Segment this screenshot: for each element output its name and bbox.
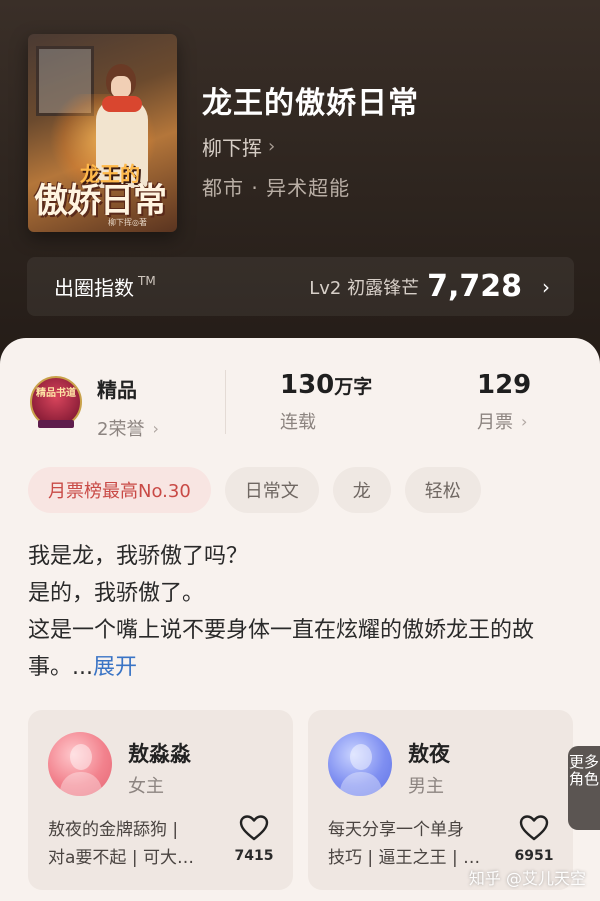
chevron-right-icon: › (268, 136, 276, 157)
character-role: 女主 (128, 776, 164, 797)
avatar-body-silhouette (60, 772, 102, 796)
chevron-right-icon: › (152, 418, 159, 438)
more-roles-button[interactable]: 更多角色 (568, 746, 600, 830)
description-line-3: 这是一个嘴上说不要身体一直在炫耀的傲娇龙王的故事。...展开 (28, 612, 573, 686)
description-line-2: 是的，我骄傲了。 (28, 581, 205, 606)
badge-text: 精品书道 (36, 388, 76, 399)
honors-count: 2荣誉 (97, 419, 145, 440)
character-card[interactable]: 敖夜 男主 每天分享一个单身 技巧 | 逼王之王 | … 6951 (308, 710, 573, 890)
book-description: 我是龙，我骄傲了吗？ 是的，我骄傲了。 这是一个嘴上说不要身体一直在炫耀的傲娇龙… (28, 538, 573, 686)
trademark-mark: TM (138, 273, 156, 288)
character-name: 敖夜 (408, 742, 450, 766)
word-count-unit: 万字 (334, 376, 373, 398)
book-title: 龙王的傲娇日常 (202, 86, 419, 121)
like-button[interactable]: 7415 (232, 814, 276, 864)
honors-link: 2荣誉 › (97, 415, 159, 441)
character-avatar (48, 732, 112, 796)
expand-link[interactable]: 展开 (93, 655, 137, 680)
monthly-tickets-stat[interactable]: 129 月票 › (477, 370, 531, 434)
book-cover[interactable]: 龙王的 傲娇日常 柳下挥◎著 (28, 34, 177, 232)
index-label: 出圈指数 (54, 276, 134, 300)
index-score: 7,728 (427, 269, 522, 304)
badge-ribbon (38, 420, 74, 428)
character-bio: 每天分享一个单身 技巧 | 逼王之王 | … (328, 816, 498, 872)
tag-ranking[interactable]: 月票榜最高No.30 (28, 467, 211, 513)
cover-art-scarf (102, 96, 142, 112)
book-header: 龙王的 傲娇日常 柳下挥◎著 龙王的傲娇日常 柳下挥 › 都市 · 异术超能 出… (0, 0, 600, 372)
tag-list: 月票榜最高No.30 日常文 龙 轻松 (28, 467, 481, 513)
monthly-ticket-count: 129 (477, 370, 532, 400)
stats-divider (225, 370, 226, 434)
tag-dragon[interactable]: 龙 (332, 467, 391, 513)
serial-status: 连载 (280, 412, 316, 433)
avatar-head-silhouette (70, 744, 92, 770)
character-role: 男主 (408, 776, 444, 797)
book-detail-card: 精品书道 精品 2荣誉 › 130万字 连载 129 月票 › 月票榜最高No.… (0, 338, 600, 901)
character-bio-line-1: 敖夜的金牌舔狗 | (48, 820, 179, 840)
word-count-stat: 130万字 连载 (280, 370, 372, 434)
like-count: 7415 (234, 848, 274, 864)
character-bio-line-2: 对a要不起 | 可大… (48, 848, 194, 868)
author-name: 柳下挥 (202, 136, 262, 160)
chevron-right-icon: › (521, 411, 528, 431)
watermark: 知乎 @艾儿天空 (468, 869, 586, 888)
heart-outline-icon (239, 815, 269, 841)
quality-stat[interactable]: 精品 2荣誉 › (97, 374, 159, 441)
character-bio: 敖夜的金牌舔狗 | 对a要不起 | 可大… (48, 816, 218, 872)
stats-row: 精品书道 精品 2荣誉 › 130万字 连载 129 月票 › (0, 368, 600, 448)
description-line-1: 我是龙，我骄傲了吗？ (28, 544, 249, 569)
cover-author-credit: 柳下挥◎著 (108, 218, 147, 227)
avatar-body-silhouette (340, 772, 382, 796)
character-bio-line-1: 每天分享一个单身 (328, 820, 464, 840)
avatar-head-silhouette (350, 744, 372, 770)
heart-outline-icon (519, 815, 549, 841)
chevron-right-icon: › (542, 274, 550, 299)
cover-title-big: 傲娇日常 (34, 181, 167, 221)
quality-label: 精品 (97, 378, 137, 402)
character-avatar (328, 732, 392, 796)
tag-relaxed[interactable]: 轻松 (404, 467, 481, 513)
tag-daily[interactable]: 日常文 (224, 467, 319, 513)
word-count: 130 (280, 370, 335, 400)
index-level: Lv2 初露锋芒 (309, 277, 420, 299)
like-button[interactable]: 6951 (512, 814, 556, 864)
character-card[interactable]: 敖淼淼 女主 敖夜的金牌舔狗 | 对a要不起 | 可大… 7415 (28, 710, 293, 890)
popularity-index-bar[interactable]: 出圈指数 TM Lv2 初露锋芒 7,728 › (27, 257, 574, 316)
cover-title: 龙王的 傲娇日常 (34, 164, 174, 218)
book-genre: 都市 · 异术超能 (202, 176, 351, 200)
character-name: 敖淼淼 (128, 742, 191, 766)
monthly-ticket-link: 月票 › (477, 408, 531, 434)
author-link[interactable]: 柳下挥 › (202, 132, 275, 161)
like-count: 6951 (514, 848, 554, 864)
monthly-ticket-label: 月票 (477, 412, 513, 433)
cover-art-face (111, 76, 131, 98)
quality-badge-icon[interactable]: 精品书道 (28, 376, 84, 432)
